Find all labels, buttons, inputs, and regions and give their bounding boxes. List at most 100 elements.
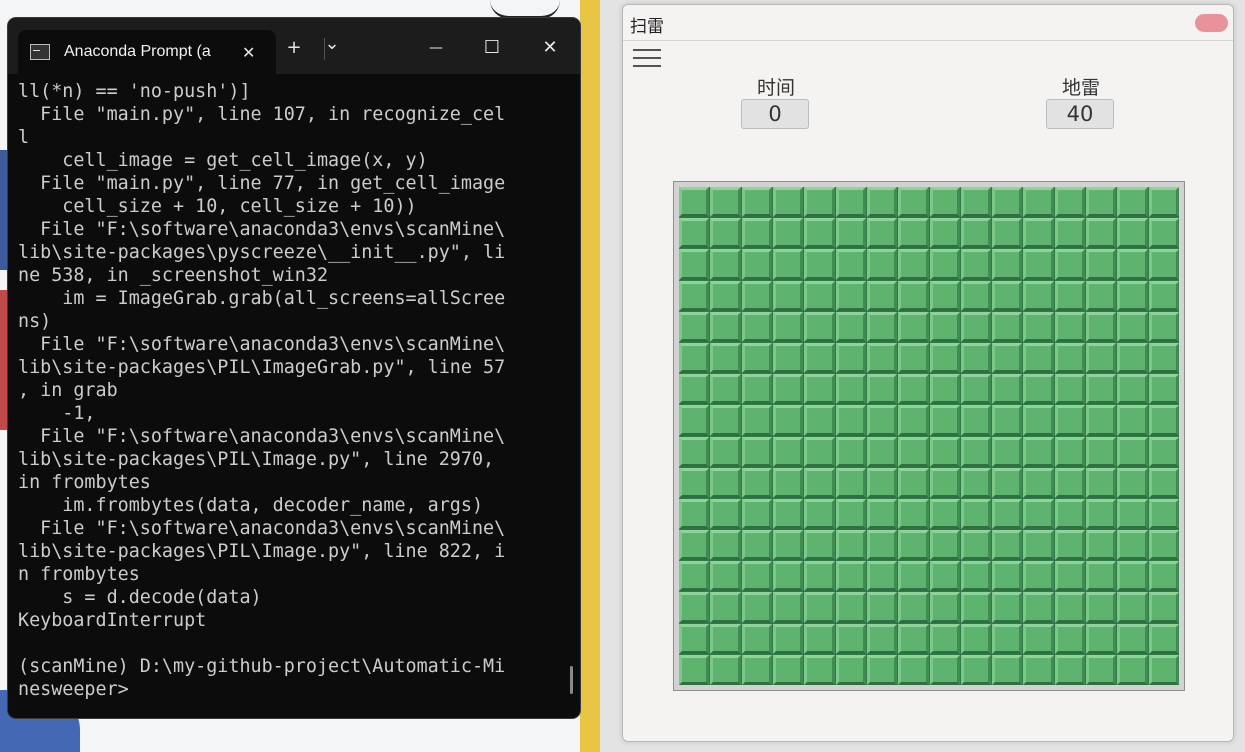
mine-cell[interactable] [1054,654,1086,685]
mine-cell[interactable] [835,561,866,592]
hamburger-menu-icon[interactable] [633,47,661,69]
mine-cell[interactable] [1086,311,1117,342]
mine-cell[interactable] [835,342,866,374]
mine-cell[interactable] [679,623,710,654]
mine-cell[interactable] [992,280,1023,311]
mine-cell[interactable] [1148,654,1179,685]
mine-cell[interactable] [866,498,898,530]
mine-cell[interactable] [804,592,835,623]
close-tab-icon[interactable]: ✕ [242,43,255,62]
mine-cell[interactable] [1086,436,1117,467]
mine-cell[interactable] [741,280,772,311]
mine-cell[interactable] [1117,405,1148,436]
mine-cell[interactable] [1117,342,1148,374]
mine-cell[interactable] [835,280,866,311]
mine-cell[interactable] [679,561,710,592]
mine-cell[interactable] [710,498,741,530]
mine-cell[interactable] [1054,530,1086,561]
mine-cell[interactable] [960,623,992,654]
mine-cell[interactable] [866,249,898,280]
mine-cell[interactable] [929,654,960,685]
mine-cell[interactable] [741,436,772,467]
mine-cell[interactable] [898,530,929,561]
mine-cell[interactable] [835,405,866,436]
mine-cell[interactable] [1117,530,1148,561]
mine-cell[interactable] [804,249,835,280]
mine-cell[interactable] [710,280,741,311]
mine-cell[interactable] [1148,623,1179,654]
mine-cell[interactable] [835,187,866,218]
mine-cell[interactable] [1117,280,1148,311]
mine-cell[interactable] [992,342,1023,374]
mine-cell[interactable] [1117,374,1148,405]
mine-cell[interactable] [1086,592,1117,623]
mine-cell[interactable] [772,187,804,218]
mine-cell[interactable] [960,187,992,218]
mine-cell[interactable] [679,249,710,280]
mine-cell[interactable] [992,374,1023,405]
mine-cell[interactable] [1023,311,1054,342]
mine-cell[interactable] [898,280,929,311]
mine-cell[interactable] [772,342,804,374]
mine-cell[interactable] [929,561,960,592]
mine-cell[interactable] [1054,467,1086,498]
mine-cell[interactable] [804,530,835,561]
mine-cell[interactable] [772,592,804,623]
mine-cell[interactable] [1117,187,1148,218]
mine-cell[interactable] [960,405,992,436]
mine-cell[interactable] [772,249,804,280]
mine-cell[interactable] [992,561,1023,592]
mine-cell[interactable] [960,218,992,249]
mine-cell[interactable] [866,218,898,249]
mine-cell[interactable] [710,374,741,405]
mine-cell[interactable] [1086,498,1117,530]
mine-cell[interactable] [960,561,992,592]
mine-cell[interactable] [898,218,929,249]
mine-cell[interactable] [1023,187,1054,218]
mine-cell[interactable] [1054,187,1086,218]
mine-cell[interactable] [804,280,835,311]
mine-cell[interactable] [1148,405,1179,436]
mine-cell[interactable] [1086,561,1117,592]
mine-cell[interactable] [898,623,929,654]
mine-cell[interactable] [679,311,710,342]
mine-cell[interactable] [710,405,741,436]
mine-cell[interactable] [1054,436,1086,467]
mine-cell[interactable] [1148,187,1179,218]
mine-cell[interactable] [1148,561,1179,592]
mine-cell[interactable] [1023,218,1054,249]
mine-cell[interactable] [772,436,804,467]
mine-cell[interactable] [741,530,772,561]
mine-cell[interactable] [1023,436,1054,467]
mine-cell[interactable] [1023,374,1054,405]
mine-cell[interactable] [1148,280,1179,311]
mine-cell[interactable] [741,374,772,405]
mine-cell[interactable] [960,467,992,498]
mine-cell[interactable] [992,311,1023,342]
mine-cell[interactable] [741,498,772,530]
mine-cell[interactable] [710,592,741,623]
mine-cell[interactable] [898,311,929,342]
mine-cell[interactable] [929,530,960,561]
mine-cell[interactable] [929,405,960,436]
mine-cell[interactable] [1023,405,1054,436]
mine-cell[interactable] [679,218,710,249]
mine-cell[interactable] [929,218,960,249]
mine-cell[interactable] [1148,311,1179,342]
mine-cell[interactable] [929,623,960,654]
mine-cell[interactable] [1117,249,1148,280]
mine-cell[interactable] [835,592,866,623]
mine-cell[interactable] [1023,280,1054,311]
mine-cell[interactable] [804,654,835,685]
mine-cell[interactable] [866,467,898,498]
mine-cell[interactable] [1086,530,1117,561]
mine-cell[interactable] [741,405,772,436]
mine-cell[interactable] [960,654,992,685]
mine-cell[interactable] [1054,561,1086,592]
mine-cell[interactable] [898,249,929,280]
mine-cell[interactable] [898,405,929,436]
minimize-button[interactable]: — [418,30,454,66]
mine-cell[interactable] [866,561,898,592]
mine-cell[interactable] [710,530,741,561]
mine-cell[interactable] [710,249,741,280]
